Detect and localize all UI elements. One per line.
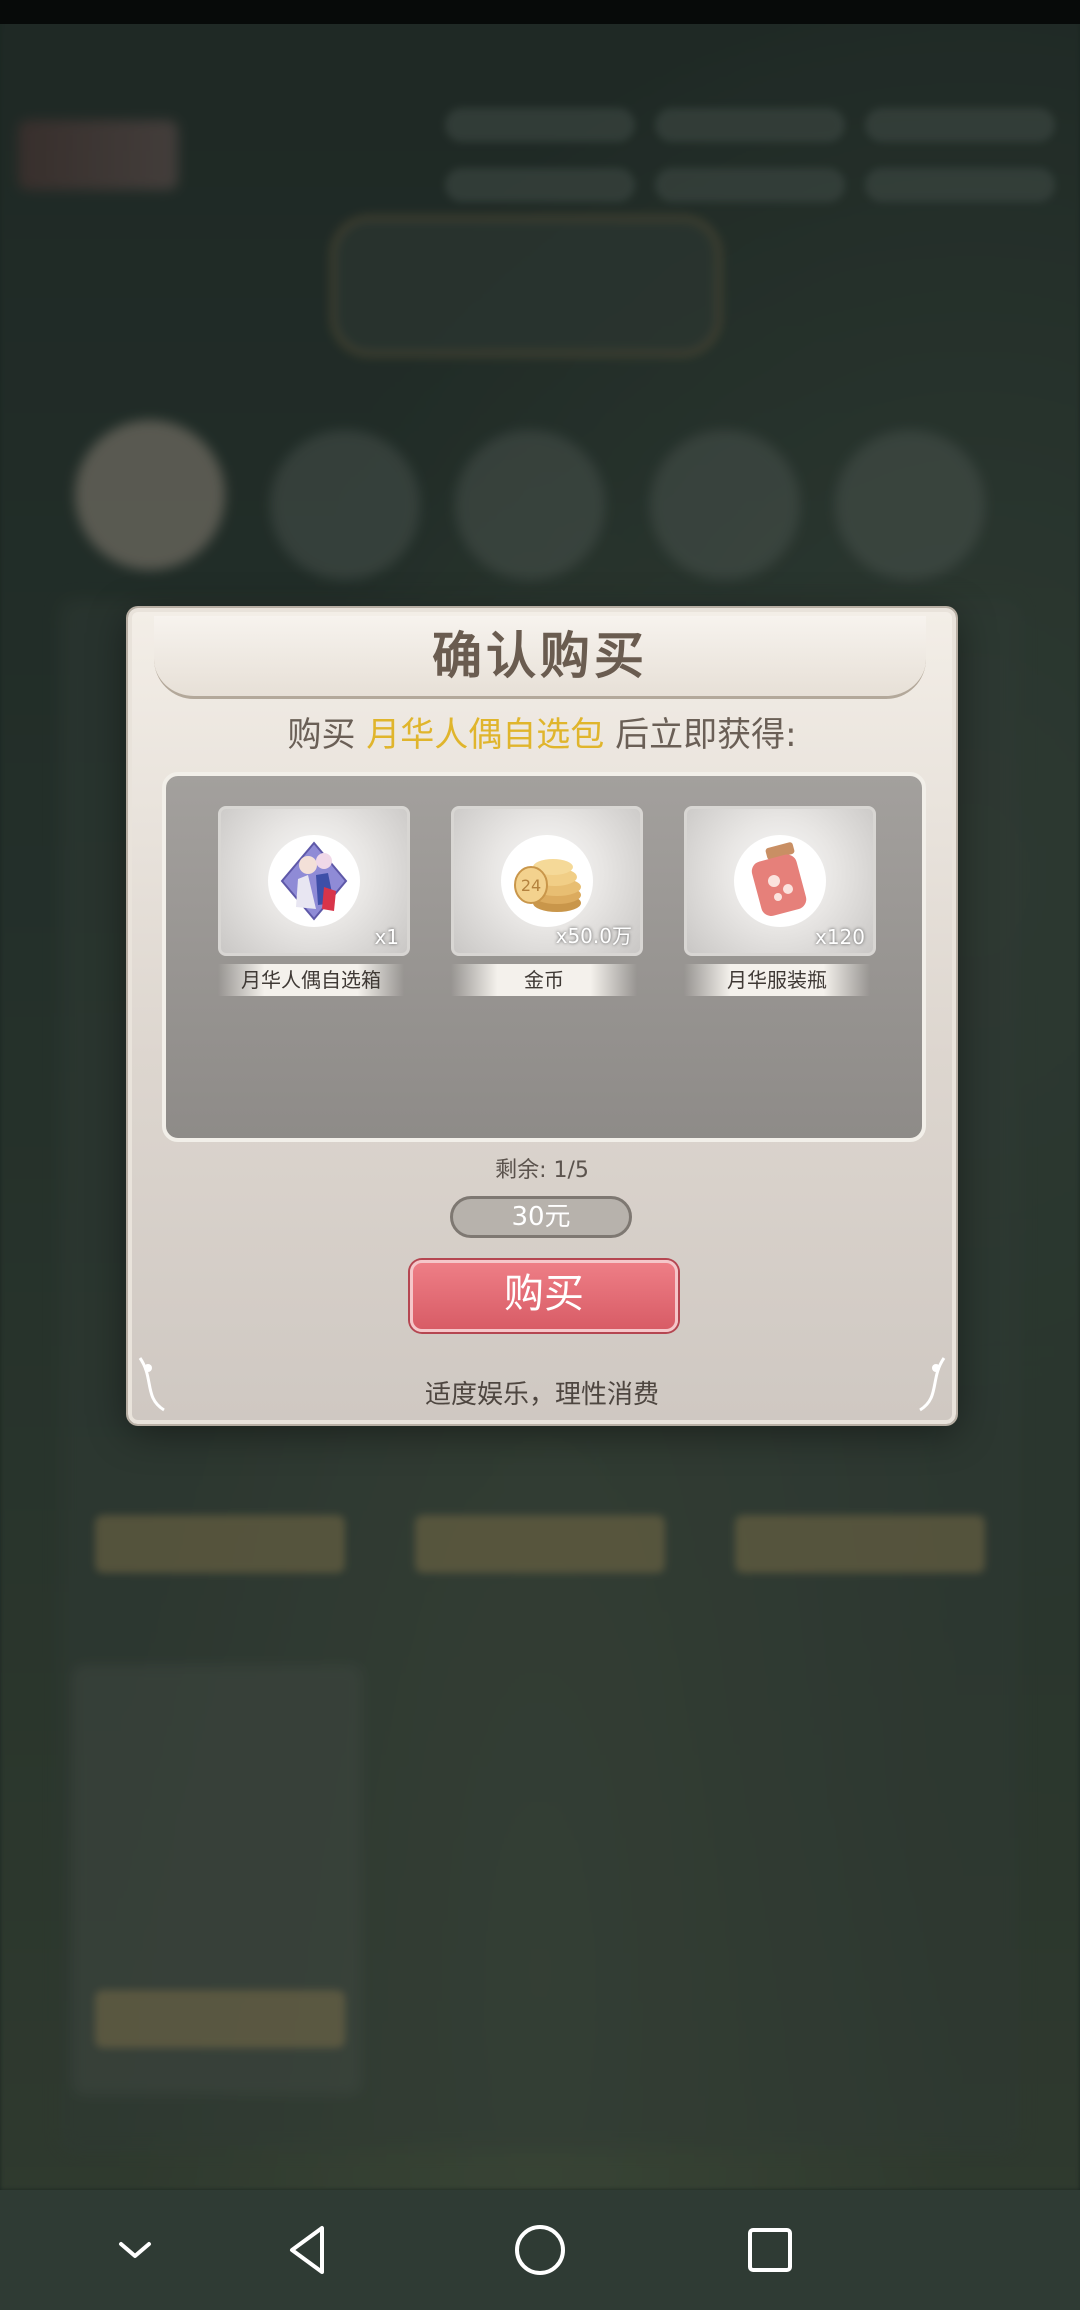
rewards-panel: x1 月华人偶自选箱 24 x50.0万 金币 x120 月华服装瓶 <box>162 772 926 1142</box>
corner-ornament-icon <box>919 1357 946 1412</box>
reward-item[interactable]: 24 x50.0万 金币 <box>451 806 643 996</box>
purchase-confirm-dialog: 确认购买 购买 月华人偶自选包 后立即获得: x1 月华人偶自选箱 24 x50… <box>128 608 956 1424</box>
dialog-title: 确认购买 <box>432 626 648 685</box>
reward-name: 月华服装瓶 <box>684 964 870 996</box>
costume-bottle-icon <box>734 835 826 927</box>
chevron-down-icon[interactable] <box>105 2220 165 2280</box>
dialog-title-bar: 确认购买 <box>154 616 926 699</box>
package-name: 月华人偶自选包 <box>366 715 605 755</box>
reward-quantity: x1 <box>374 925 399 949</box>
purchase-description: 购买 月华人偶自选包 后立即获得: <box>132 710 952 760</box>
system-navigation-bar <box>0 2190 1080 2310</box>
reward-tile: x1 <box>218 806 410 956</box>
buy-button[interactable]: 购买 <box>410 1260 678 1332</box>
reward-quantity: x50.0万 <box>555 924 632 948</box>
corner-ornament-icon <box>138 1357 165 1412</box>
back-triangle-icon[interactable] <box>280 2220 340 2280</box>
doll-selection-box-icon <box>268 835 360 927</box>
svg-text:24: 24 <box>521 876 541 895</box>
reward-item[interactable]: x120 月华服装瓶 <box>684 806 876 996</box>
subtitle-suffix: 后立即获得: <box>604 715 797 755</box>
moderation-tip: 适度娱乐，理性消费 <box>424 1380 659 1410</box>
reward-tile: 24 x50.0万 <box>451 806 643 956</box>
recents-square-icon[interactable] <box>740 2220 800 2280</box>
reward-item[interactable]: x1 月华人偶自选箱 <box>218 806 410 996</box>
price-badge: 30元 <box>450 1196 632 1238</box>
remaining-count: 剩余: 1/5 <box>495 1158 589 1183</box>
subtitle-prefix: 购买 <box>287 715 367 755</box>
reward-quantity: x120 <box>814 925 865 949</box>
reward-name: 月华人偶自选箱 <box>218 964 404 996</box>
reward-tile: x120 <box>684 806 876 956</box>
home-circle-icon[interactable] <box>510 2220 570 2280</box>
gold-coins-icon: 24 <box>501 835 593 927</box>
reward-name: 金币 <box>451 964 637 996</box>
